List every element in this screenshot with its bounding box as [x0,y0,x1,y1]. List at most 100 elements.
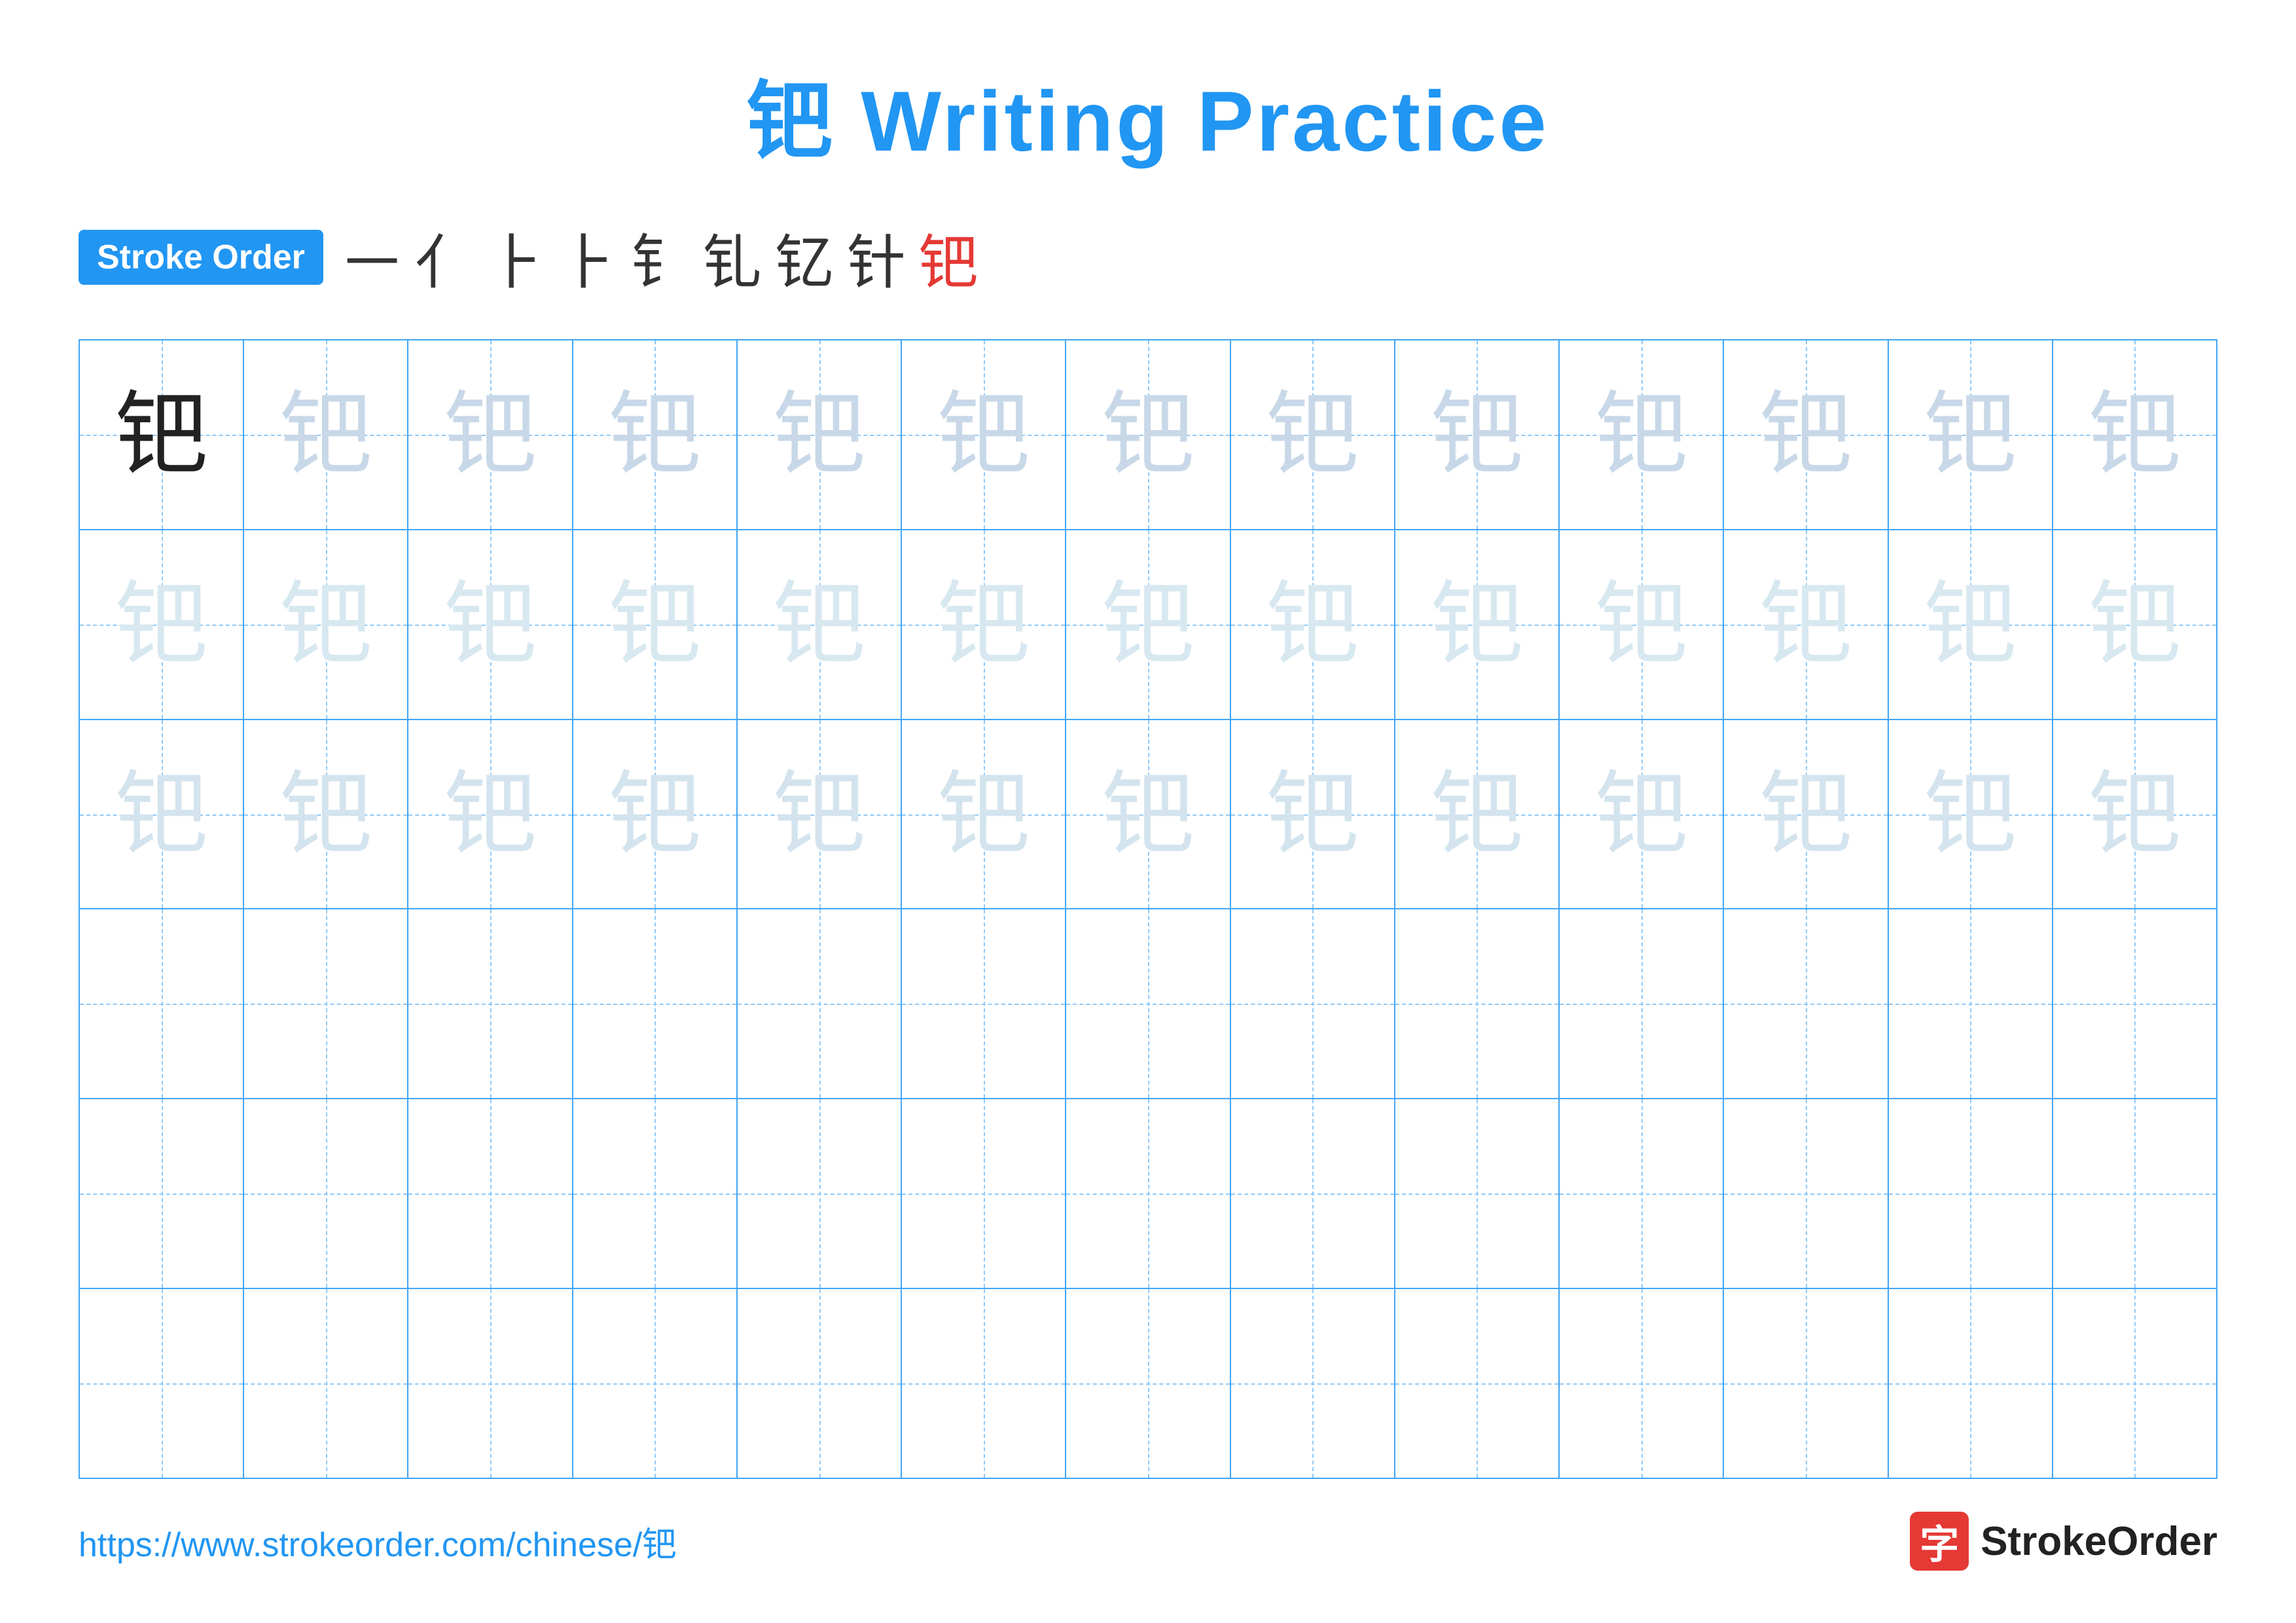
cell-r4-c13[interactable] [2053,909,2216,1098]
guide-v [1312,1099,1314,1288]
guide-h [738,1383,901,1385]
cell-r2-c12: 钯 [1889,530,2053,719]
guide-v [655,1289,656,1478]
cell-r6-c5[interactable] [738,1289,902,1478]
guide-v [162,1289,163,1478]
guide-h [2053,1194,2216,1195]
cell-r4-c8[interactable] [1231,909,1395,1098]
guide-h [1231,1004,1394,1005]
char-light: 钯 [609,389,700,481]
stroke-order-row: Stroke Order ㇐ 亻 ⺊ ⺊ 钅 钆 钇 针 钯 [79,215,2217,300]
guide-v [819,1099,821,1288]
guide-h [244,1194,407,1195]
grid-row-2: 钯 钯 钯 钯 钯 钯 钯 钯 钯 钯 钯 钯 钯 [80,530,2216,720]
footer-url[interactable]: https://www.strokeorder.com/chinese/钯 [79,1517,676,1566]
cell-r5-c8[interactable] [1231,1099,1395,1288]
footer: https://www.strokeorder.com/chinese/钯 字 … [79,1512,2217,1571]
char-light: 钯 [2089,389,2180,481]
guide-h [573,1194,736,1195]
cell-r4-c5[interactable] [738,909,902,1098]
guide-h [902,1383,1065,1385]
cell-r6-c3[interactable] [408,1289,573,1478]
cell-r5-c9[interactable] [1395,1099,1560,1288]
grid-row-5 [80,1099,2216,1289]
char-light: 钯 [444,389,536,481]
guide-v [819,1289,821,1478]
guide-h [738,1194,901,1195]
guide-h [1231,1383,1394,1385]
guide-h [408,1004,571,1005]
cell-r6-c2[interactable] [244,1289,408,1478]
cell-r5-c12[interactable] [1889,1099,2053,1288]
cell-r4-c9[interactable] [1395,909,1560,1098]
guide-h [1724,1194,1887,1195]
char-lightest: 钯 [1102,769,1194,860]
cell-r4-c4[interactable] [573,909,738,1098]
guide-v [1806,909,1807,1098]
cell-r6-c9[interactable] [1395,1289,1560,1478]
cell-r6-c8[interactable] [1231,1289,1395,1478]
cell-r1-c4: 钯 [573,340,738,529]
cell-r2-c6: 钯 [902,530,1066,719]
cell-r5-c10[interactable] [1560,1099,1724,1288]
guide-h [2053,1383,2216,1385]
cell-r6-c13[interactable] [2053,1289,2216,1478]
cell-r6-c4[interactable] [573,1289,738,1478]
char-light: 钯 [938,389,1030,481]
guide-h [573,1004,736,1005]
cell-r6-c10[interactable] [1560,1289,1724,1478]
stroke-1: ㇐ [343,215,402,300]
char-light: 钯 [774,389,865,481]
cell-r3-c7: 钯 [1066,720,1230,909]
guide-v [326,909,327,1098]
page: 钯 Writing Practice Stroke Order ㇐ 亻 ⺊ ⺊ … [0,0,2296,1623]
char-light: 钯 [1760,389,1852,481]
guide-h [902,1194,1065,1195]
guide-h [1724,1004,1887,1005]
char-lighter: 钯 [938,579,1030,670]
cell-r4-c12[interactable] [1889,909,2053,1098]
cell-r4-c7[interactable] [1066,909,1230,1098]
char-lighter: 钯 [444,579,536,670]
cell-r1-c13: 钯 [2053,340,2216,529]
cell-r6-c11[interactable] [1724,1289,1888,1478]
cell-r4-c10[interactable] [1560,909,1724,1098]
cell-r5-c5[interactable] [738,1099,902,1288]
cell-r5-c4[interactable] [573,1099,738,1288]
cell-r3-c6: 钯 [902,720,1066,909]
char-lighter: 钯 [2089,579,2180,670]
cell-r4-c1[interactable] [80,909,244,1098]
cell-r5-c2[interactable] [244,1099,408,1288]
cell-r5-c3[interactable] [408,1099,573,1288]
cell-r5-c6[interactable] [902,1099,1066,1288]
cell-r6-c7[interactable] [1066,1289,1230,1478]
char-lightest: 钯 [2089,769,2180,860]
cell-r3-c13: 钯 [2053,720,2216,909]
guide-h [80,1004,243,1005]
stroke-5: 钅 [631,215,690,300]
cell-r4-c11[interactable] [1724,909,1888,1098]
char-lighter: 钯 [609,579,700,670]
cell-r4-c2[interactable] [244,909,408,1098]
cell-r5-c13[interactable] [2053,1099,2216,1288]
guide-h [244,1383,407,1385]
cell-r4-c6[interactable] [902,909,1066,1098]
cell-r5-c7[interactable] [1066,1099,1230,1288]
guide-v [984,1099,985,1288]
cell-r6-c6[interactable] [902,1289,1066,1478]
char-lighter: 钯 [1924,579,2016,670]
char-lighter: 钯 [1596,579,1687,670]
cell-r6-c1[interactable] [80,1289,244,1478]
cell-r3-c5: 钯 [738,720,902,909]
cell-r5-c1[interactable] [80,1099,244,1288]
cell-r3-c12: 钯 [1889,720,2053,909]
cell-r4-c3[interactable] [408,909,573,1098]
guide-v [1312,1289,1314,1478]
guide-v [1641,1289,1643,1478]
cell-r5-c11[interactable] [1724,1099,1888,1288]
cell-r6-c12[interactable] [1889,1289,2053,1478]
cell-r1-c1: 钯 [80,340,244,529]
cell-r3-c3: 钯 [408,720,573,909]
char-light: 钯 [1596,389,1687,481]
cell-r2-c9: 钯 [1395,530,1560,719]
